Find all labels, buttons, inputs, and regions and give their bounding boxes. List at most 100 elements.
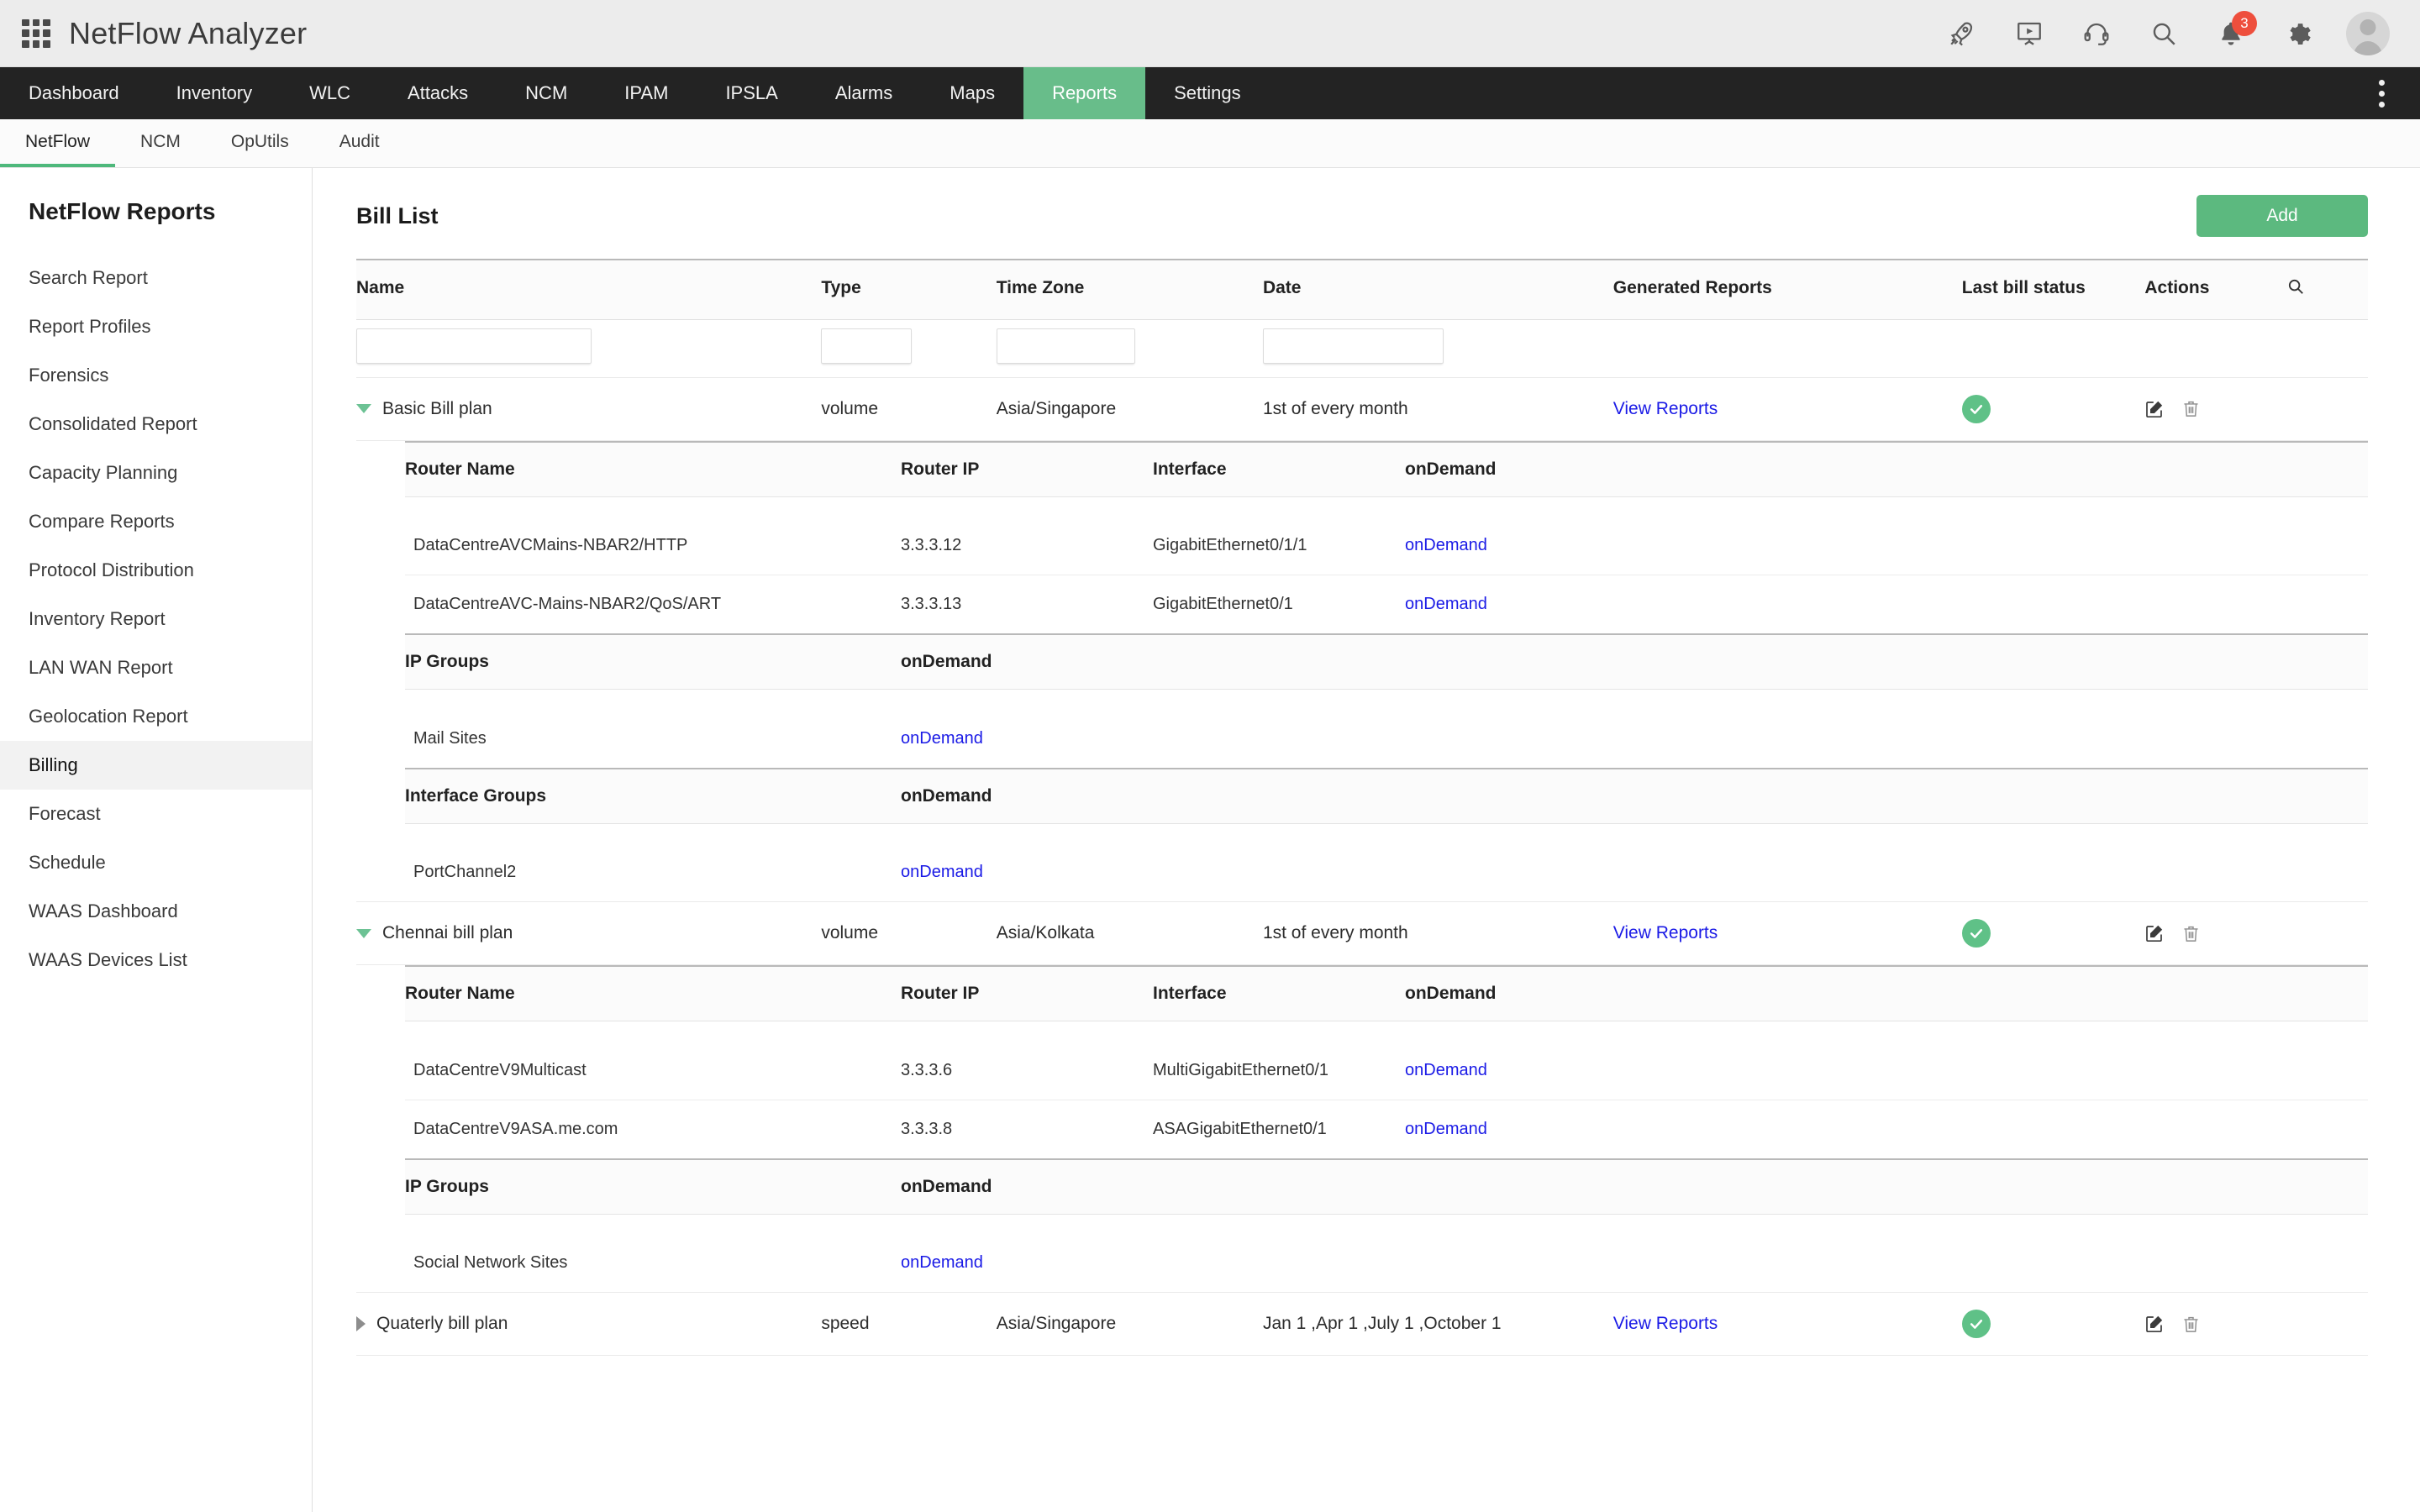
table-row[interactable]: PortChannel2 onDemand (405, 843, 2368, 901)
table-search-icon[interactable] (2275, 260, 2368, 319)
gear-settings-icon[interactable] (2279, 14, 2317, 53)
nav-item-attacks[interactable]: Attacks (379, 67, 497, 119)
sidebar-item-waas-devices-list[interactable]: WAAS Devices List (0, 936, 312, 984)
edit-pencil-icon[interactable] (2144, 923, 2165, 943)
ondemand-link[interactable]: onDemand (901, 863, 983, 881)
column-header-actions[interactable]: Actions (2144, 260, 2275, 319)
sidebar-item-forensics[interactable]: Forensics (0, 351, 312, 400)
subnav-item-netflow[interactable]: NetFlow (0, 119, 115, 167)
rocket-icon[interactable] (1943, 14, 1981, 53)
table-row[interactable]: DataCentreV9Multicast 3.3.3.6 MultiGigab… (405, 1042, 2368, 1100)
filter-input-date[interactable] (1263, 328, 1444, 364)
bill-date: Jan 1 ,Apr 1 ,July 1 ,October 1 (1263, 1293, 1613, 1356)
nav-item-alarms[interactable]: Alarms (807, 67, 921, 119)
filter-input-type[interactable] (821, 328, 912, 364)
bill-time-zone: Asia/Singapore (997, 1293, 1263, 1356)
column-header-name[interactable]: Name (356, 260, 821, 319)
sidebar-item-compare-reports[interactable]: Compare Reports (0, 497, 312, 546)
presentation-video-icon[interactable] (2010, 14, 2049, 53)
sidebar-item-billing[interactable]: Billing (0, 741, 312, 790)
view-reports-link[interactable]: View Reports (1613, 923, 1718, 942)
nav-item-reports[interactable]: Reports (1023, 67, 1145, 119)
edit-pencil-icon[interactable] (2144, 399, 2165, 419)
edit-pencil-icon[interactable] (2144, 1314, 2165, 1334)
bill-type: volume (821, 902, 996, 965)
ip-groups-header-row: IP Groups onDemand (405, 1159, 2368, 1215)
sidebar-item-search-report[interactable]: Search Report (0, 254, 312, 302)
subnav-item-audit[interactable]: Audit (314, 119, 405, 167)
headset-support-icon[interactable] (2077, 14, 2116, 53)
sidebar-item-lan-wan-report[interactable]: LAN WAN Report (0, 643, 312, 692)
expand-collapse-toggle-icon[interactable] (356, 929, 371, 938)
nav-item-ipam[interactable]: IPAM (596, 67, 697, 119)
main-navigation-bar: Dashboard Inventory WLC Attacks NCM IPAM… (0, 67, 2420, 119)
page-title: Bill List (356, 203, 439, 229)
sidebar-item-protocol-distribution[interactable]: Protocol Distribution (0, 546, 312, 595)
view-reports-link[interactable]: View Reports (1613, 1314, 1718, 1333)
bill-name: Quaterly bill plan (376, 1314, 508, 1334)
router-name: DataCentreV9Multicast (405, 1042, 901, 1100)
column-header-date[interactable]: Date (1263, 260, 1613, 319)
table-row[interactable]: Basic Bill plan volume Asia/Singapore 1s… (356, 377, 2368, 440)
ip-groups-ondemand-header: onDemand (901, 1159, 2368, 1215)
nav-item-inventory[interactable]: Inventory (148, 67, 281, 119)
trash-delete-icon[interactable] (2181, 399, 2201, 418)
table-row[interactable]: Quaterly bill plan speed Asia/Singapore … (356, 1293, 2368, 1356)
sidebar-title: NetFlow Reports (0, 198, 312, 254)
sidebar-item-forecast[interactable]: Forecast (0, 790, 312, 838)
nav-item-ipsla[interactable]: IPSLA (697, 67, 806, 119)
add-button[interactable]: Add (2196, 195, 2368, 237)
bill-detail-section: Router Name Router IP Interface onDemand… (356, 965, 2368, 1293)
nav-item-ncm[interactable]: NCM (497, 67, 596, 119)
nav-item-wlc[interactable]: WLC (281, 67, 379, 119)
trash-delete-icon[interactable] (2181, 924, 2201, 943)
router-ip: 3.3.3.8 (901, 1100, 1153, 1158)
bell-notification-icon[interactable]: 3 (2212, 14, 2250, 53)
sidebar-item-inventory-report[interactable]: Inventory Report (0, 595, 312, 643)
filter-input-time-zone[interactable] (997, 328, 1135, 364)
column-header-last-bill-status[interactable]: Last bill status (1962, 260, 2145, 319)
table-row[interactable]: DataCentreAVCMains-NBAR2/HTTP 3.3.3.12 G… (405, 517, 2368, 575)
interface-group-name: PortChannel2 (405, 843, 901, 901)
filter-input-name[interactable] (356, 328, 592, 364)
sidebar-item-schedule[interactable]: Schedule (0, 838, 312, 887)
expand-collapse-toggle-icon[interactable] (356, 404, 371, 413)
search-icon[interactable] (2144, 14, 2183, 53)
sidebar-item-report-profiles[interactable]: Report Profiles (0, 302, 312, 351)
subnav-item-oputils[interactable]: OpUtils (206, 119, 314, 167)
user-avatar-icon[interactable] (2346, 12, 2390, 55)
sidebar-item-geolocation-report[interactable]: Geolocation Report (0, 692, 312, 741)
table-row[interactable]: Chennai bill plan volume Asia/Kolkata 1s… (356, 902, 2368, 965)
apps-grid-icon[interactable] (22, 19, 50, 48)
ondemand-link[interactable]: onDemand (1405, 1120, 1487, 1138)
detail-column-router-name: Router Name (405, 966, 901, 1021)
nav-item-settings[interactable]: Settings (1145, 67, 1270, 119)
nav-item-maps[interactable]: Maps (921, 67, 1023, 119)
subnav-item-ncm[interactable]: NCM (115, 119, 206, 167)
ondemand-link[interactable]: onDemand (1405, 536, 1487, 554)
nav-item-dashboard[interactable]: Dashboard (0, 67, 148, 119)
column-header-time-zone[interactable]: Time Zone (997, 260, 1263, 319)
table-row[interactable]: DataCentreAVC-Mains-NBAR2/QoS/ART 3.3.3.… (405, 575, 2368, 634)
nav-overflow-menu-icon[interactable] (2365, 67, 2398, 119)
ondemand-link[interactable]: onDemand (1405, 1061, 1487, 1079)
ondemand-link[interactable]: onDemand (901, 1253, 983, 1272)
ondemand-link[interactable]: onDemand (901, 729, 983, 748)
expand-collapse-toggle-icon[interactable] (356, 1316, 366, 1331)
detail-column-ondemand: onDemand (1405, 442, 2368, 497)
sidebar-item-capacity-planning[interactable]: Capacity Planning (0, 449, 312, 497)
content-header: Bill List Add (356, 195, 2368, 259)
table-row[interactable]: Social Network Sites onDemand (405, 1234, 2368, 1292)
ondemand-link[interactable]: onDemand (1405, 595, 1487, 613)
view-reports-link[interactable]: View Reports (1613, 399, 1718, 418)
column-header-type[interactable]: Type (821, 260, 996, 319)
router-detail-table: Router Name Router IP Interface onDemand… (405, 965, 2368, 1158)
bill-list-table: Name Type Time Zone Date Generated Repor… (356, 259, 2368, 1356)
table-row[interactable]: DataCentreV9ASA.me.com 3.3.3.8 ASAGigabi… (405, 1100, 2368, 1158)
sidebar-item-waas-dashboard[interactable]: WAAS Dashboard (0, 887, 312, 936)
trash-delete-icon[interactable] (2181, 1315, 2201, 1334)
table-row[interactable]: Mail Sites onDemand (405, 710, 2368, 768)
column-header-generated-reports[interactable]: Generated Reports (1613, 260, 1962, 319)
detail-column-router-ip: Router IP (901, 442, 1153, 497)
sidebar-item-consolidated-report[interactable]: Consolidated Report (0, 400, 312, 449)
